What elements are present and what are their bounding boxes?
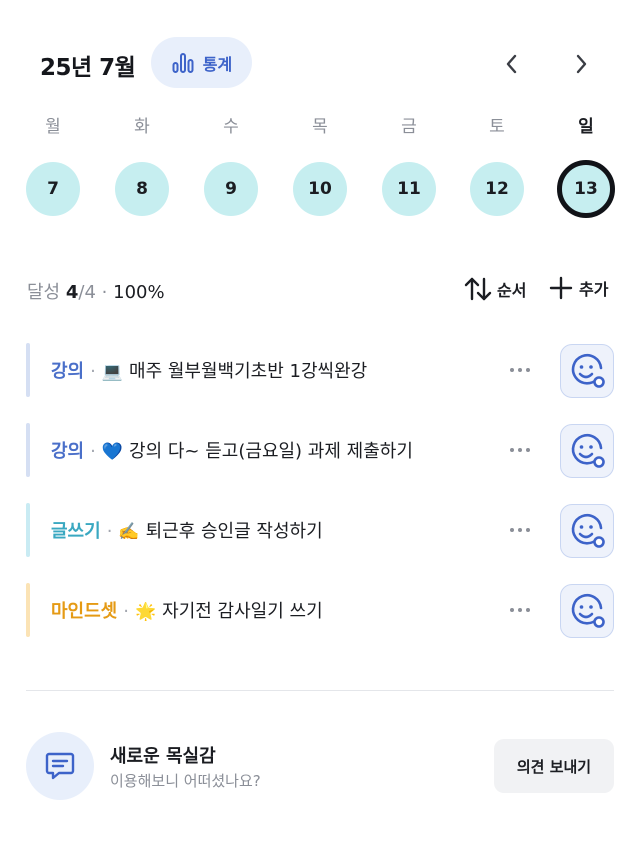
- task-title: 강의 다~ 듣고(금요일) 과제 제출하기: [129, 441, 413, 462]
- task-category: 글쓰기: [51, 521, 101, 542]
- day-column: 금 11: [379, 110, 439, 216]
- chevron-right-icon: [576, 54, 587, 74]
- day-circle-today[interactable]: 13: [557, 160, 615, 218]
- task-category: 강의: [51, 361, 85, 382]
- task-title: 매주 월부월백기초반 1강씩완강: [129, 361, 368, 382]
- stats-button-label: 통계: [202, 54, 233, 74]
- summary-separator: ·: [101, 282, 108, 303]
- task-emoji: 💙: [101, 442, 124, 462]
- day-column: 일 13: [556, 110, 616, 218]
- day-name: 일: [578, 117, 594, 137]
- task-separator-dot: ·: [123, 601, 129, 622]
- day-name: 화: [134, 117, 150, 137]
- task-category-bar: [26, 343, 30, 397]
- task-category: 강의: [51, 441, 85, 462]
- achievement-summary: 달성 4/4 · 100%: [27, 278, 165, 304]
- divider: [26, 690, 614, 691]
- reaction-button[interactable]: [560, 344, 614, 398]
- task-text: 강의 · 💙 강의 다~ 듣고(금요일) 과제 제출하기: [51, 437, 413, 463]
- task-emoji: 💻: [101, 362, 124, 382]
- reaction-button[interactable]: [560, 424, 614, 478]
- day-column: 수9: [201, 110, 261, 216]
- feedback-title: 새로운 목실감: [110, 746, 216, 767]
- achievement-percent: 100%: [113, 282, 165, 303]
- sort-arrows-icon: [464, 277, 492, 301]
- achievement-count: 4: [65, 282, 79, 303]
- feedback-icon-badge: [26, 732, 94, 800]
- next-week-button[interactable]: [561, 44, 601, 84]
- more-options-button[interactable]: [504, 513, 536, 547]
- task-category-bar: [26, 583, 30, 637]
- day-column: 월7: [23, 110, 83, 216]
- task-separator-dot: ·: [90, 361, 96, 382]
- day-circle[interactable]: 8: [115, 162, 169, 216]
- week-strip: 월 7 화 8 수 9 목 10 금 11 토 12 일 13: [0, 110, 640, 230]
- day-name: 수: [223, 117, 239, 137]
- reaction-button[interactable]: [560, 584, 614, 638]
- task-separator-dot: ·: [106, 521, 113, 542]
- task-item[interactable]: 강의 · 💙 강의 다~ 듣고(금요일) 과제 제출하기: [26, 423, 616, 478]
- achievement-label: 달성: [27, 282, 61, 303]
- day-column: 목 10: [290, 110, 350, 216]
- task-category-bar: [26, 423, 30, 477]
- day-circle[interactable]: 11: [382, 162, 436, 216]
- reaction-button[interactable]: [560, 504, 614, 558]
- task-text: 강의 · 💻 매주 월부월백기초반 1강씩완강: [51, 357, 367, 383]
- task-text: 글쓰기 · ✍️ 퇴근후 승인글 작성하기: [51, 517, 323, 543]
- more-options-button[interactable]: [504, 433, 536, 467]
- smile-reaction-icon: [571, 353, 605, 388]
- day-name: 금: [401, 117, 417, 137]
- chevron-left-icon: [506, 54, 517, 74]
- header: 25년 7월 통계: [0, 0, 640, 110]
- task-title: 자기전 감사일기 쓰기: [162, 601, 323, 622]
- month-title: 25년 7월: [40, 55, 136, 81]
- sort-button[interactable]: 순서: [463, 276, 526, 302]
- day-name: 월: [45, 117, 61, 137]
- bar-chart-icon: [172, 52, 194, 73]
- stats-button[interactable]: 통계: [151, 37, 252, 88]
- day-circle[interactable]: 10: [293, 162, 347, 216]
- chat-bubble-icon: [45, 752, 75, 780]
- smile-reaction-icon: [571, 593, 605, 628]
- day-name: 토: [489, 117, 505, 137]
- task-emoji: ✍️: [118, 522, 140, 542]
- task-title: 퇴근후 승인글 작성하기: [145, 521, 323, 542]
- prev-week-button[interactable]: [492, 44, 532, 84]
- achievement-total: /4: [78, 282, 96, 303]
- add-label: 추가: [579, 280, 609, 299]
- add-button[interactable]: 추가: [549, 276, 608, 300]
- day-column: 화8: [112, 110, 172, 216]
- day-column: 토 12: [467, 110, 527, 216]
- task-category-bar: [26, 503, 30, 557]
- feedback-subtitle: 이용해보니 어떠셨나요?: [110, 772, 261, 790]
- sort-label: 순서: [497, 281, 527, 300]
- task-item[interactable]: 강의 · 💻 매주 월부월백기초반 1강씩완강: [26, 343, 616, 398]
- task-item[interactable]: 글쓰기 · ✍️ 퇴근후 승인글 작성하기: [26, 503, 616, 558]
- task-category: 마인드셋: [51, 601, 118, 622]
- send-feedback-button[interactable]: 의견 보내기: [494, 739, 614, 793]
- smile-reaction-icon: [571, 433, 605, 468]
- more-options-button[interactable]: [504, 593, 536, 627]
- smile-reaction-icon: [571, 513, 605, 548]
- task-emoji: 🌟: [134, 602, 157, 622]
- task-text: 마인드셋 · 🌟 자기전 감사일기 쓰기: [51, 597, 323, 623]
- task-separator-dot: ·: [90, 441, 96, 462]
- day-circle[interactable]: 9: [204, 162, 258, 216]
- day-circle[interactable]: 12: [470, 162, 524, 216]
- more-options-button[interactable]: [504, 353, 536, 387]
- task-item[interactable]: 마인드셋 · 🌟 자기전 감사일기 쓰기: [26, 583, 616, 638]
- day-name: 목: [312, 117, 328, 137]
- plus-icon: [549, 276, 573, 300]
- day-circle[interactable]: 7: [26, 162, 80, 216]
